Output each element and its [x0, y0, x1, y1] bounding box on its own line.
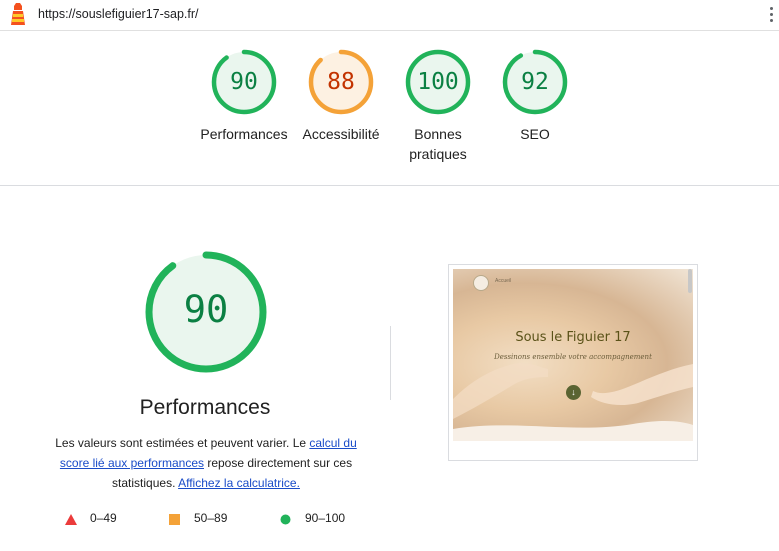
- category-scores: 90 Performances 88 Accessibilité 100 Bon…: [0, 48, 779, 188]
- legend-range: 0–49: [90, 511, 117, 525]
- main-score-value: 90: [183, 288, 229, 331]
- score-label: SEO: [520, 126, 550, 142]
- score-label-line1: Bonnes: [414, 126, 462, 142]
- vertical-divider: [390, 326, 391, 400]
- score-best-practices[interactable]: 100 Bonnes pratiques: [383, 48, 493, 164]
- square-icon: [169, 514, 180, 525]
- page-url[interactable]: https://souslefiguier17-sap.fr/: [38, 7, 199, 21]
- scroll-down-icon: ↓: [566, 385, 581, 400]
- site-hero-subtitle: Dessinons ensemble votre accompagnement: [494, 353, 652, 361]
- score-label: Accessibilité: [302, 126, 380, 142]
- legend-range: 50–89: [194, 511, 228, 525]
- screenshot-scrollbar: [688, 269, 692, 293]
- legend-range: 90–100: [305, 511, 346, 525]
- score-accessibility[interactable]: 88 Accessibilité: [286, 48, 396, 144]
- page-screenshot-thumbnail[interactable]: Accueil Sous le Figuier 17 Dessinons ens…: [448, 264, 698, 461]
- desc-text-1: Les valeurs sont estimées et peuvent var…: [55, 436, 310, 450]
- score-description: Les valeurs sont estimées et peuvent var…: [40, 433, 372, 493]
- top-bar: https://souslefiguier17-sap.fr/: [0, 0, 779, 31]
- score-label: Performances: [200, 126, 288, 142]
- score-value: 100: [417, 69, 459, 95]
- circle-icon: [280, 514, 291, 525]
- site-nav-item: Accueil: [495, 278, 512, 284]
- score-label: Bonnes pratiques: [383, 124, 493, 164]
- triangle-icon: [65, 514, 77, 525]
- main-score-gauge: 90: [144, 250, 268, 374]
- score-performance[interactable]: 90 Performances: [189, 48, 299, 144]
- score-value: 88: [327, 69, 355, 95]
- score-value: 92: [521, 69, 549, 95]
- score-seo[interactable]: 92 SEO: [480, 48, 590, 144]
- screenshot-hero: Accueil Sous le Figuier 17 Dessinons ens…: [453, 269, 693, 441]
- site-logo-icon: [473, 275, 489, 291]
- score-label-line2: pratiques: [409, 146, 467, 162]
- site-hero-title: Sous le Figuier 17: [515, 330, 631, 345]
- more-options-icon[interactable]: [768, 7, 774, 25]
- calculator-link[interactable]: Affichez la calculatrice.: [178, 476, 300, 490]
- section-divider: [0, 185, 779, 186]
- main-category-title: Performances: [139, 396, 271, 419]
- lighthouse-icon: [11, 3, 25, 25]
- score-value: 90: [230, 69, 258, 95]
